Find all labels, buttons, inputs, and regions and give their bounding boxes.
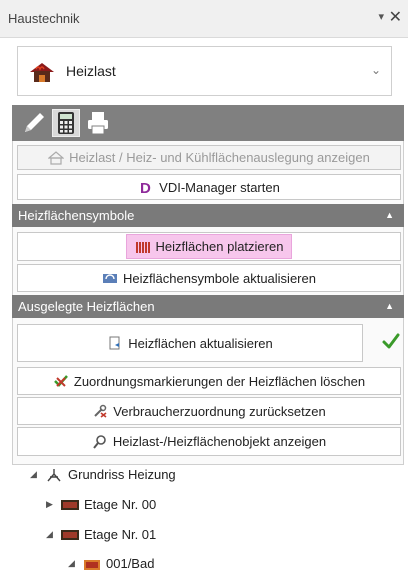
tree-node-001-bad[interactable]: ◢ 001/Bad [68, 556, 154, 571]
collapse-icon[interactable]: ▲ [385, 295, 394, 318]
show-object-button[interactable]: Heizlast-/Heizflächenobjekt anzeigen [17, 427, 401, 456]
tree-node-label: Etage Nr. 00 [84, 497, 157, 512]
panel-titlebar: Haustechnik ▾ ✕ [0, 0, 408, 38]
show-heat-load-label: Heizlast / Heiz- und Kühlflächenauslegun… [69, 150, 370, 165]
room-icon [84, 559, 100, 570]
wrench-reset-icon [94, 404, 107, 418]
tree-node-etage-01[interactable]: ◢ Etage Nr. 01 [46, 527, 156, 542]
magnifier-icon [93, 434, 106, 449]
tool-toolbar [12, 105, 404, 141]
show-heat-load-button[interactable]: Heizlast / Heiz- und Kühlflächenauslegun… [17, 145, 401, 170]
vdi-logo-icon: D [140, 180, 151, 194]
pin-dropdown-icon[interactable]: ▾ [378, 10, 384, 23]
update-radiators-button[interactable]: Heizflächen aktualisieren [17, 324, 363, 362]
tree-expander-icon[interactable]: ◢ [30, 469, 44, 480]
checkmark-icon [382, 333, 400, 349]
tree-expander-icon[interactable]: ◢ [46, 529, 60, 540]
collapse-icon[interactable]: ▲ [385, 204, 394, 227]
refresh-symbols-icon [103, 274, 118, 283]
close-icon[interactable]: ✕ [389, 7, 402, 27]
section-title: Ausgelegte Heizflächen [18, 299, 155, 314]
vdi-manager-button[interactable]: D VDI-Manager starten [17, 174, 401, 200]
panel-title: Haustechnik [8, 11, 80, 26]
place-radiators-button[interactable]: Heizflächen platzieren [125, 234, 293, 259]
house-icon [48, 150, 65, 165]
reset-assignment-label: Verbraucherzuordnung zurücksetzen [113, 403, 326, 419]
delete-markers-label: Zuordnungsmarkierungen der Heizflächen l… [73, 373, 366, 389]
delete-markers-icon [53, 375, 68, 387]
tree-node-etage-00[interactable]: ▶ Etage Nr. 00 [46, 497, 156, 512]
floor-icon [61, 499, 79, 510]
update-symbols-button[interactable]: Heizflächensymbole aktualisieren [17, 264, 401, 292]
radiator-icon [135, 241, 150, 253]
vdi-manager-label: VDI-Manager starten [159, 179, 280, 195]
printer-icon[interactable] [84, 109, 112, 137]
calculator-icon[interactable] [52, 109, 80, 137]
tree-node-label: Etage Nr. 01 [84, 527, 157, 542]
update-symbols-label: Heizflächensymbole aktualisieren [123, 270, 316, 286]
floor-icon [61, 529, 79, 540]
tree-expander-icon[interactable]: ◢ [68, 558, 82, 569]
place-radiators-label: Heizflächen platzieren [155, 239, 284, 254]
svg-text:D: D [140, 180, 151, 194]
update-radiators-label: Heizflächen aktualisieren [128, 335, 273, 351]
module-select[interactable]: Heizlast ⌄ [17, 46, 392, 96]
document-update-icon [109, 336, 120, 350]
section-title: Heizflächensymbole [18, 208, 135, 223]
show-object-label: Heizlast-/Heizflächenobjekt anzeigen [112, 434, 327, 449]
tree-node-label: Grundriss Heizung [68, 467, 176, 482]
tree-expander-icon[interactable]: ▶ [46, 499, 60, 510]
floorplan-icon [47, 468, 61, 481]
house-heat-icon [30, 63, 54, 82]
reset-assignment-button[interactable]: Verbraucherzuordnung zurücksetzen [17, 397, 401, 425]
tree-node-grundriss[interactable]: ◢ Grundriss Heizung [30, 467, 176, 482]
place-radiators-row: Heizflächen platzieren [17, 232, 401, 261]
section-heizflaechensymbole[interactable]: Heizflächensymbole ▲ [12, 204, 404, 227]
tree-node-label: 001/Bad [106, 556, 155, 571]
section-ausgelegte-heizflaechen[interactable]: Ausgelegte Heizflächen ▲ [12, 295, 404, 318]
pencil-icon[interactable] [20, 109, 48, 137]
chevron-down-icon: ⌄ [370, 63, 381, 77]
delete-markers-button[interactable]: Zuordnungsmarkierungen der Heizflächen l… [17, 367, 401, 395]
module-select-value: Heizlast [66, 63, 116, 79]
